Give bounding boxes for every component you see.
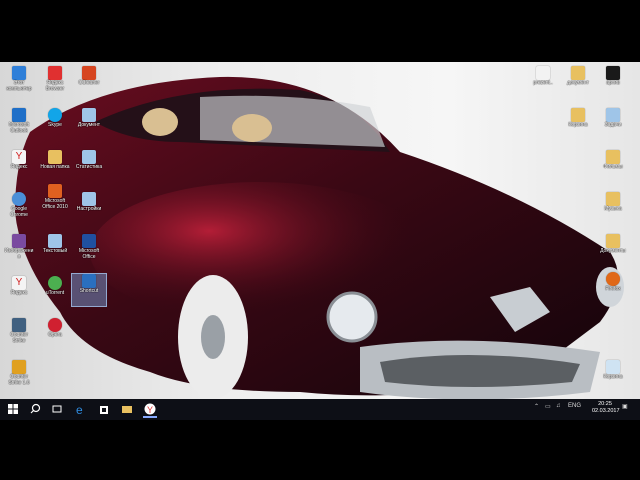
desktop-icon-folder-2[interactable]: Корзина [563, 108, 593, 129]
desktop-icon-yandex[interactable]: Y Яндекс [4, 150, 34, 171]
search-icon [30, 403, 41, 414]
folder-icon [606, 192, 620, 206]
system-clock[interactable]: 20:25 02.03.2017 [592, 401, 620, 415]
desktop-icon-office-2010[interactable]: Microsoft Office 2010 [40, 184, 70, 210]
desktop-icon-opera[interactable]: Opera [40, 318, 70, 339]
folder-icon [48, 150, 62, 164]
folder-icon [571, 66, 585, 80]
desktop-icon-recycle-bin[interactable]: Корзина [598, 360, 628, 381]
edge-icon: e [76, 403, 83, 417]
images-icon [12, 234, 26, 248]
desktop-icon-ms-office[interactable]: Microsoft Office [74, 234, 104, 260]
computer-icon [12, 66, 26, 80]
desktop-icon-music[interactable]: Музыка [598, 192, 628, 213]
folder-icon [606, 150, 620, 164]
desktop-icon-yandex-2[interactable]: Y Яндекс [4, 276, 34, 297]
clock-date: 02.03.2017 [592, 408, 620, 414]
desktop-icon-ccleaner[interactable]: CCleaner [74, 66, 104, 87]
desktop-icon-this-pc[interactable]: Этот компьютер [4, 66, 34, 92]
document-icon [536, 66, 550, 80]
skype-icon [48, 108, 62, 122]
desktop-icon-yandex-browser[interactable]: Яндекс Browser [40, 66, 70, 92]
store-button[interactable] [97, 402, 111, 416]
firefox-icon [606, 272, 620, 286]
svg-text:e: e [76, 403, 83, 416]
windows-icon [8, 404, 18, 414]
desktop-icon-images[interactable]: Изображения [4, 234, 34, 260]
desktop-icon-new-folder[interactable]: Новая папка [40, 150, 70, 171]
chrome-icon [12, 192, 26, 206]
desktop-icon-tasks[interactable]: Задачи [598, 108, 628, 129]
document-icon [606, 108, 620, 122]
clock-time: 20:25 [598, 401, 612, 407]
desktop-icon-skype[interactable]: Skype [40, 108, 70, 129]
desktop-icon-doc-folder[interactable]: документ [563, 66, 593, 87]
yandex-icon: Y [12, 276, 26, 290]
volume-icon[interactable]: ♫ [556, 403, 561, 409]
search-button[interactable] [28, 402, 42, 416]
desktop-icon-outlook[interactable]: Microsoft Outlook [4, 108, 34, 134]
ccleaner-icon [82, 66, 96, 80]
document-icon [48, 234, 62, 248]
desktop-icon-settings[interactable]: Настройки [74, 192, 104, 213]
desktop-icon-utorrent[interactable]: uTorrent [40, 276, 70, 297]
task-view-button[interactable] [50, 402, 64, 416]
desktop: Этот компьютер Яндекс Browser CCleaner M… [0, 62, 640, 399]
game-icon [12, 360, 26, 374]
desktop-icon-counter-strike-16[interactable]: Counter Strike 1.6 [4, 360, 34, 386]
folder-icon [122, 406, 132, 413]
yandex-icon: Y [12, 150, 26, 164]
notifications-icon[interactable]: ▣ [622, 403, 628, 410]
taskbar: e Y ⌃ ▭ ♫ ENG 20:25 02.03.2017 ▣ [0, 399, 640, 420]
store-icon [100, 406, 108, 414]
desktop-icon-prezent[interactable]: prezent.. [528, 66, 558, 87]
tray-chevron-up-icon[interactable]: ⌃ [534, 403, 539, 410]
document-icon [82, 108, 96, 122]
desktop-icon-text[interactable]: Текстовый [40, 234, 70, 255]
desktop-icon-shortcut-selected[interactable]: Shortcut [71, 273, 107, 307]
archive-icon [606, 66, 620, 80]
language-indicator[interactable]: ENG [568, 403, 581, 409]
file-explorer-button[interactable] [120, 402, 134, 416]
edge-button[interactable]: e [74, 402, 88, 417]
folder-icon [606, 234, 620, 248]
yandex-browser-taskbar-button[interactable]: Y [143, 402, 157, 418]
desktop-icon-document[interactable]: Документ [74, 108, 104, 129]
office-icon [48, 184, 62, 198]
yandex-browser-icon [48, 66, 62, 80]
desktop-icon-archive[interactable]: архив [598, 66, 628, 87]
document-icon [82, 150, 96, 164]
folder-icon [571, 108, 585, 122]
utorrent-icon [48, 276, 62, 290]
desktop-icon-counter-strike[interactable]: Counter Strike [4, 318, 34, 344]
shortcut-icon [82, 274, 96, 288]
desktop-icon-movies[interactable]: Фильмы [598, 150, 628, 171]
network-icon[interactable]: ▭ [545, 403, 551, 410]
yandex-browser-icon: Y [144, 403, 156, 415]
recycle-bin-icon [606, 360, 620, 374]
office-icon [82, 234, 96, 248]
desktop-icon-statistics[interactable]: Статистика [74, 150, 104, 171]
desktop-icon-firefox[interactable]: Firefox [598, 272, 628, 293]
opera-icon [48, 318, 62, 332]
svg-text:Y: Y [147, 405, 153, 415]
desktop-icon-chrome[interactable]: Google Chrome [4, 192, 34, 218]
start-button[interactable] [6, 402, 20, 416]
task-view-icon [52, 405, 62, 413]
desktop-icon-documents[interactable]: Документы [598, 234, 628, 255]
outlook-icon [12, 108, 26, 122]
game-icon [12, 318, 26, 332]
settings-icon [82, 192, 96, 206]
